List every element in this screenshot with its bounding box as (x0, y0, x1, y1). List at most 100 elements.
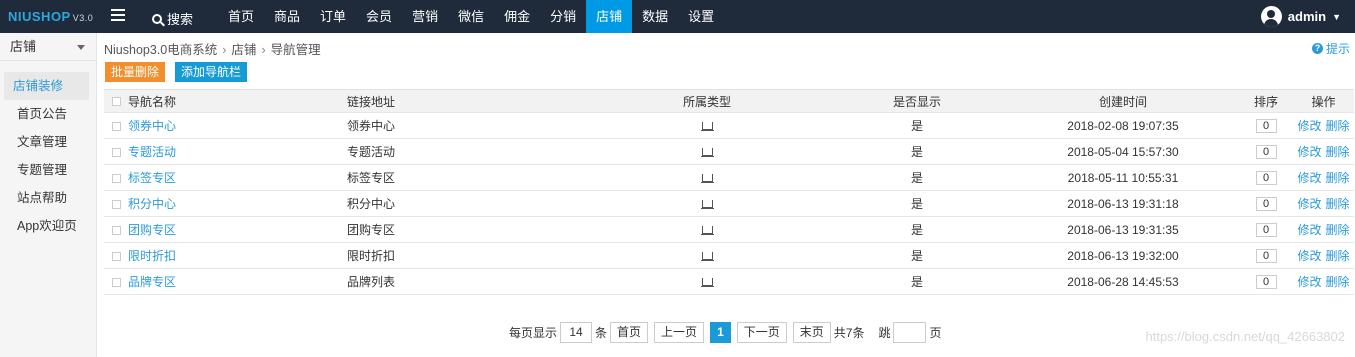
last-page-button[interactable]: 末页 (792, 322, 831, 343)
table-row: 积分中心 积分中心 是 2018-06-13 19:31:18 0 修改 删除 (104, 190, 1354, 217)
desktop-icon (700, 122, 714, 132)
sidebar-item-help[interactable]: 站点帮助 (4, 184, 89, 212)
created-time: 2018-05-11 10:55:31 (1007, 164, 1239, 191)
sort-input[interactable]: 0 (1255, 223, 1277, 237)
nav-name-link[interactable]: 限时折扣 (128, 249, 176, 263)
sort-input[interactable]: 0 (1255, 119, 1277, 133)
delete-link[interactable]: 删除 (1326, 145, 1350, 159)
dropdown-arrow-icon (77, 45, 85, 50)
row-checkbox[interactable] (104, 138, 128, 165)
delete-link[interactable]: 删除 (1326, 249, 1350, 263)
nav-orders[interactable]: 订单 (310, 0, 356, 33)
desktop-icon (700, 148, 714, 158)
shown-value: 是 (827, 138, 1007, 165)
breadcrumb-root[interactable]: Niushop3.0电商系统 (104, 43, 217, 57)
sidebar-item-articles[interactable]: 文章管理 (4, 128, 89, 156)
nav-distribution[interactable]: 分销 (540, 0, 586, 33)
sort-input[interactable]: 0 (1255, 275, 1277, 289)
edit-link[interactable]: 修改 (1297, 223, 1321, 237)
jump-prefix: 跳 (878, 326, 891, 340)
nav-goods[interactable]: 商品 (264, 0, 310, 33)
delete-link[interactable]: 删除 (1326, 197, 1350, 211)
row-checkbox[interactable] (104, 112, 128, 139)
hint-link[interactable]: ? 提示 (1311, 40, 1350, 57)
prev-page-button[interactable]: 上一页 (654, 322, 705, 343)
link-address: 标签专区 (347, 164, 587, 191)
header-actions: 操作 (1293, 89, 1354, 113)
row-checkbox[interactable] (104, 190, 128, 217)
created-time: 2018-05-04 15:57:30 (1007, 138, 1239, 165)
logo[interactable]: NIUSHOP V3.0 (8, 9, 93, 24)
sort-input[interactable]: 0 (1255, 197, 1277, 211)
row-checkbox[interactable] (104, 216, 128, 243)
nav-marketing[interactable]: 营销 (402, 0, 448, 33)
total-count: 共7条 (833, 326, 865, 340)
link-address: 专题活动 (347, 138, 587, 165)
nav-name-link[interactable]: 积分中心 (128, 197, 176, 211)
user-menu[interactable]: admin ▼ (1260, 6, 1341, 27)
nav-shop[interactable]: 店铺 (586, 0, 633, 33)
created-time: 2018-06-13 19:31:18 (1007, 190, 1239, 217)
row-checkbox[interactable] (104, 242, 128, 269)
row-checkbox[interactable] (104, 268, 128, 295)
nav-settings[interactable]: 设置 (678, 0, 724, 33)
sidebar-item-topics[interactable]: 专题管理 (4, 156, 89, 184)
per-page-input[interactable]: 14 (560, 322, 593, 343)
header-sort: 排序 (1239, 89, 1293, 113)
nav-name-link[interactable]: 团购专区 (128, 223, 176, 237)
per-page-suffix: 条 (595, 326, 608, 340)
edit-link[interactable]: 修改 (1297, 119, 1321, 133)
sort-input[interactable]: 0 (1255, 249, 1277, 263)
header-nav-name: 导航名称 (128, 89, 347, 113)
sidebar-item-shop-decoration[interactable]: 店铺装修 (4, 72, 89, 100)
sidebar-title[interactable]: 店铺 (0, 33, 96, 61)
edit-link[interactable]: 修改 (1297, 197, 1321, 211)
breadcrumb-shop[interactable]: 店铺 (231, 43, 256, 57)
delete-link[interactable]: 删除 (1326, 223, 1350, 237)
batch-delete-button[interactable]: 批量删除 (105, 62, 166, 82)
watermark: https://blog.csdn.net/qq_42663802 (1145, 329, 1346, 344)
first-page-button[interactable]: 首页 (610, 322, 649, 343)
delete-link[interactable]: 删除 (1326, 171, 1350, 185)
nav-name-link[interactable]: 品牌专区 (128, 275, 176, 289)
nav-home[interactable]: 首页 (218, 0, 264, 33)
edit-link[interactable]: 修改 (1297, 171, 1321, 185)
nav-members[interactable]: 会员 (356, 0, 402, 33)
nav-data[interactable]: 数据 (632, 0, 678, 33)
table-row: 领券中心 领券中心 是 2018-02-08 19:07:35 0 修改 删除 (104, 112, 1354, 139)
sidebar-item-app-welcome[interactable]: App欢迎页 (4, 212, 89, 240)
avatar (1260, 6, 1282, 27)
sidebar-item-announcements[interactable]: 首页公告 (4, 100, 89, 128)
nav-name-link[interactable]: 领券中心 (128, 119, 176, 133)
main-nav: 首页 商品 订单 会员 营销 微信 佣金 分销 店铺 数据 设置 (218, 0, 724, 33)
table-row: 标签专区 标签专区 是 2018-05-11 10:55:31 0 修改 删除 (104, 164, 1354, 191)
row-checkbox[interactable] (104, 164, 128, 191)
jump-page-input[interactable] (893, 322, 927, 343)
edit-link[interactable]: 修改 (1297, 145, 1321, 159)
nav-wechat[interactable]: 微信 (448, 0, 494, 33)
delete-link[interactable]: 删除 (1326, 119, 1350, 133)
sidebar-list: 店铺装修 首页公告 文章管理 专题管理 站点帮助 App欢迎页 (0, 72, 96, 240)
edit-link[interactable]: 修改 (1297, 249, 1321, 263)
select-all-checkbox[interactable] (104, 89, 128, 113)
nav-name-link[interactable]: 专题活动 (128, 145, 176, 159)
add-nav-button[interactable]: 添加导航栏 (175, 62, 248, 82)
link-address: 积分中心 (347, 190, 587, 217)
next-page-button[interactable]: 下一页 (736, 322, 787, 343)
search-button[interactable]: 搜索 (152, 9, 193, 28)
link-address: 品牌列表 (347, 268, 587, 295)
jump-suffix: 页 (929, 326, 942, 340)
logo-text: NIUSHOP (8, 9, 71, 24)
username: admin (1287, 9, 1327, 24)
sort-input[interactable]: 0 (1255, 171, 1277, 185)
menu-toggle-icon[interactable] (111, 9, 125, 23)
desktop-icon (700, 252, 714, 262)
current-page-button[interactable]: 1 (710, 322, 731, 343)
delete-link[interactable]: 删除 (1326, 275, 1350, 289)
sort-input[interactable]: 0 (1255, 145, 1277, 159)
nav-commission[interactable]: 佣金 (494, 0, 540, 33)
created-time: 2018-06-13 19:31:35 (1007, 216, 1239, 243)
nav-name-link[interactable]: 标签专区 (128, 171, 176, 185)
edit-link[interactable]: 修改 (1297, 275, 1321, 289)
desktop-icon (700, 226, 714, 236)
